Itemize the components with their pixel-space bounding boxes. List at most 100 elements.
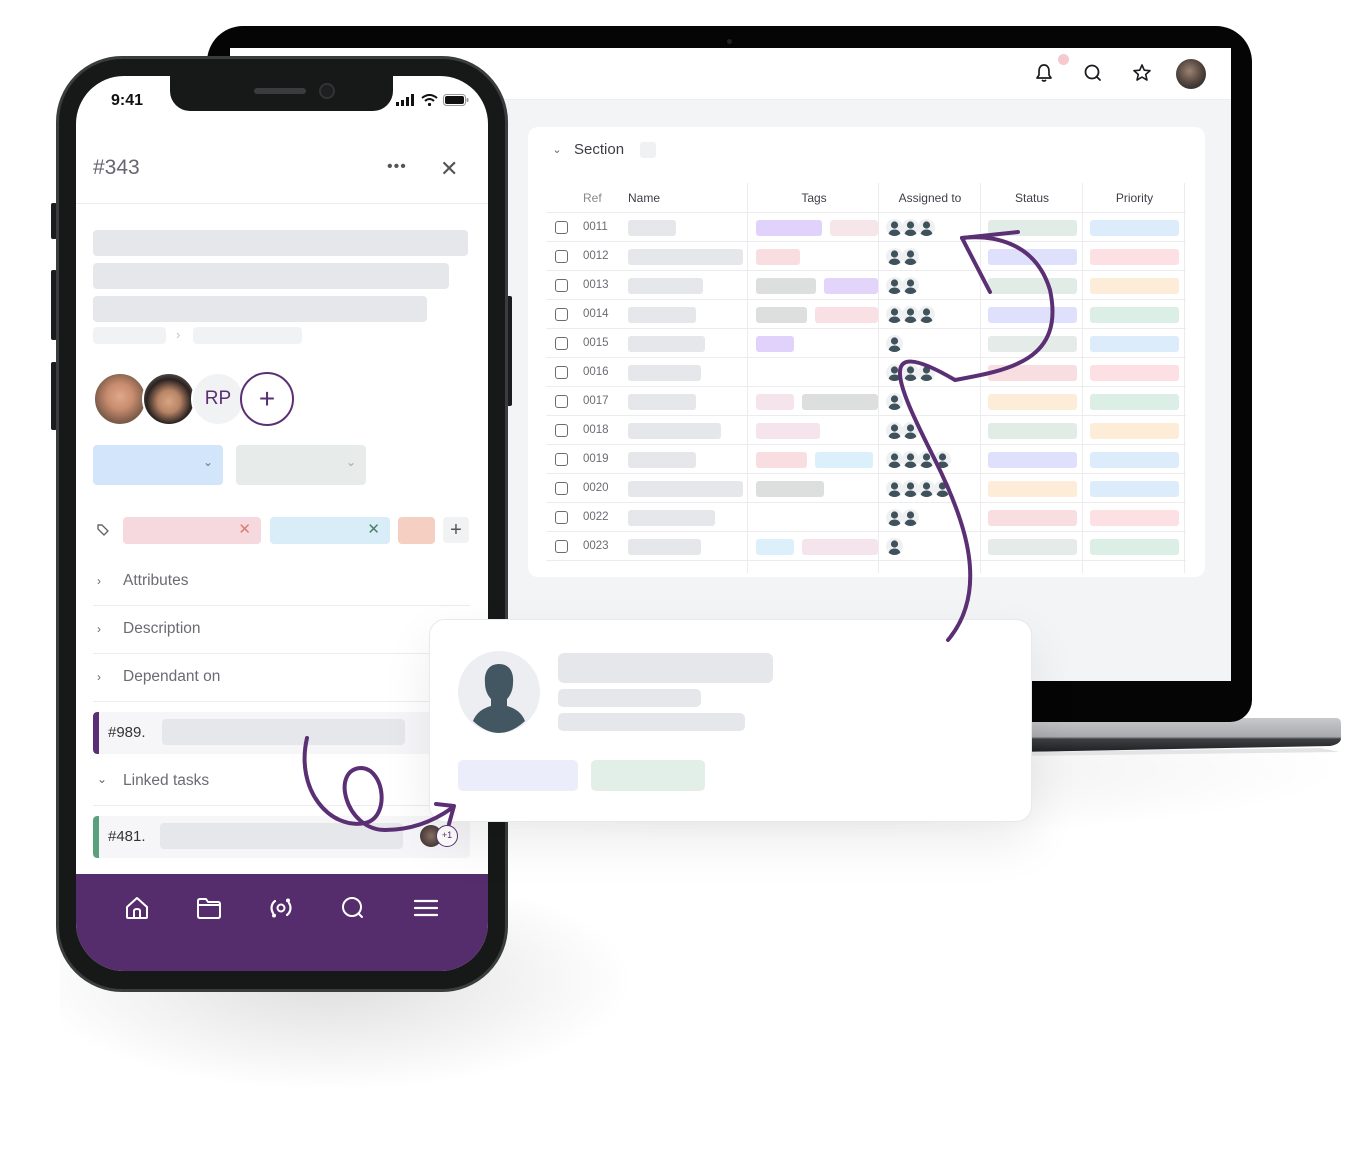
column-header-ref[interactable]: Ref xyxy=(583,191,602,205)
row-priority-badge[interactable] xyxy=(1090,336,1179,352)
column-header-priority[interactable]: Priority xyxy=(1083,191,1186,205)
row-tag-chip[interactable] xyxy=(830,220,878,236)
row-assignees[interactable] xyxy=(886,335,903,352)
search-icon[interactable] xyxy=(339,894,367,922)
table-row[interactable]: 0012 xyxy=(546,242,1186,271)
profile-action-button[interactable] xyxy=(591,760,705,791)
row-tag-chip[interactable] xyxy=(756,394,794,410)
row-checkbox[interactable] xyxy=(555,395,568,408)
table-row[interactable]: 0022 xyxy=(546,503,1186,532)
row-checkbox[interactable] xyxy=(555,308,568,321)
row-priority-badge[interactable] xyxy=(1090,220,1179,236)
bell-icon[interactable] xyxy=(1033,62,1055,84)
row-assignees[interactable] xyxy=(886,393,903,410)
row-checkbox[interactable] xyxy=(555,221,568,234)
user-avatar[interactable] xyxy=(1176,59,1206,89)
linked-task-item[interactable]: #481. +1 xyxy=(93,816,470,858)
section-header[interactable]: ⌄ Section xyxy=(550,141,657,158)
assignee-avatar[interactable] xyxy=(93,372,147,426)
folder-icon[interactable] xyxy=(195,894,223,922)
profile-card[interactable] xyxy=(429,619,1032,822)
row-tag-chip[interactable] xyxy=(802,539,878,555)
row-priority-badge[interactable] xyxy=(1090,452,1179,468)
assignee-avatar-initials[interactable]: RP xyxy=(191,372,245,426)
row-priority-badge[interactable] xyxy=(1090,365,1179,381)
row-priority-badge[interactable] xyxy=(1090,278,1179,294)
status-dropdown[interactable]: ⌄ xyxy=(93,445,223,485)
table-row[interactable]: 0017 xyxy=(546,387,1186,416)
tag-chip[interactable] xyxy=(398,517,435,544)
close-button[interactable]: ✕ xyxy=(440,156,458,182)
sync-icon[interactable] xyxy=(267,894,295,922)
row-status-badge[interactable] xyxy=(988,394,1077,410)
row-assignees[interactable] xyxy=(886,306,935,323)
row-assignees[interactable] xyxy=(886,219,935,236)
row-status-badge[interactable] xyxy=(988,220,1077,236)
row-tag-chip[interactable] xyxy=(756,452,807,468)
table-row[interactable]: 0020 xyxy=(546,474,1186,503)
row-status-badge[interactable] xyxy=(988,481,1077,497)
add-tag-button[interactable]: + xyxy=(443,517,469,543)
profile-action-button[interactable] xyxy=(458,760,578,791)
column-header-assigned-to[interactable]: Assigned to xyxy=(879,191,981,205)
column-header-name[interactable]: Name xyxy=(628,191,660,205)
column-header-status[interactable]: Status xyxy=(981,191,1083,205)
extra-assignees-badge[interactable]: +1 xyxy=(436,825,458,847)
row-tag-chip[interactable] xyxy=(756,539,794,555)
row-priority-badge[interactable] xyxy=(1090,510,1179,526)
column-header-tags[interactable]: Tags xyxy=(749,191,879,205)
row-checkbox[interactable] xyxy=(555,511,568,524)
row-priority-badge[interactable] xyxy=(1090,423,1179,439)
row-checkbox[interactable] xyxy=(555,424,568,437)
row-status-badge[interactable] xyxy=(988,365,1077,381)
priority-dropdown[interactable]: ⌄ xyxy=(236,445,366,485)
table-row[interactable]: 0014 xyxy=(546,300,1186,329)
table-row[interactable]: 0013 xyxy=(546,271,1186,300)
more-options-button[interactable]: ••• xyxy=(387,158,407,176)
row-tag-chip[interactable] xyxy=(756,249,800,265)
row-checkbox[interactable] xyxy=(555,482,568,495)
row-assignees[interactable] xyxy=(886,364,935,381)
star-icon[interactable] xyxy=(1131,62,1153,84)
accordion-attributes[interactable]: › Attributes xyxy=(93,558,470,606)
table-row[interactable]: 0019 xyxy=(546,445,1186,474)
row-priority-badge[interactable] xyxy=(1090,249,1179,265)
row-tag-chip[interactable] xyxy=(815,452,873,468)
row-status-badge[interactable] xyxy=(988,539,1077,555)
row-checkbox[interactable] xyxy=(555,366,568,379)
row-assignees[interactable] xyxy=(886,509,919,526)
row-assignees[interactable] xyxy=(886,277,919,294)
remove-tag-icon[interactable]: ✕ xyxy=(238,520,251,538)
row-status-badge[interactable] xyxy=(988,423,1077,439)
tag-chip[interactable]: ✕ xyxy=(123,517,261,544)
tag-chip[interactable]: ✕ xyxy=(270,517,390,544)
row-tag-chip[interactable] xyxy=(815,307,878,323)
row-checkbox[interactable] xyxy=(555,279,568,292)
row-tag-chip[interactable] xyxy=(756,220,822,236)
breadcrumb-skeleton[interactable] xyxy=(193,327,302,344)
row-tag-chip[interactable] xyxy=(756,481,824,497)
row-checkbox[interactable] xyxy=(555,540,568,553)
remove-tag-icon[interactable]: ✕ xyxy=(367,520,380,538)
row-status-badge[interactable] xyxy=(988,307,1077,323)
table-row[interactable]: 0011 xyxy=(546,213,1186,242)
breadcrumb-skeleton[interactable] xyxy=(93,327,166,344)
row-status-badge[interactable] xyxy=(988,510,1077,526)
row-tag-chip[interactable] xyxy=(824,278,878,294)
row-tag-chip[interactable] xyxy=(756,423,820,439)
row-checkbox[interactable] xyxy=(555,337,568,350)
row-status-badge[interactable] xyxy=(988,336,1077,352)
row-tag-chip[interactable] xyxy=(756,307,807,323)
assignee-avatar[interactable] xyxy=(142,372,196,426)
menu-icon[interactable] xyxy=(412,894,440,922)
table-row[interactable]: 0018 xyxy=(546,416,1186,445)
row-assignees[interactable] xyxy=(886,538,903,555)
row-priority-badge[interactable] xyxy=(1090,481,1179,497)
row-priority-badge[interactable] xyxy=(1090,307,1179,323)
row-assignees[interactable] xyxy=(886,480,951,497)
row-status-badge[interactable] xyxy=(988,249,1077,265)
row-priority-badge[interactable] xyxy=(1090,394,1179,410)
row-status-badge[interactable] xyxy=(988,278,1077,294)
chevron-down-icon[interactable]: ⌄ xyxy=(550,143,564,156)
table-row[interactable]: 0015 xyxy=(546,329,1186,358)
